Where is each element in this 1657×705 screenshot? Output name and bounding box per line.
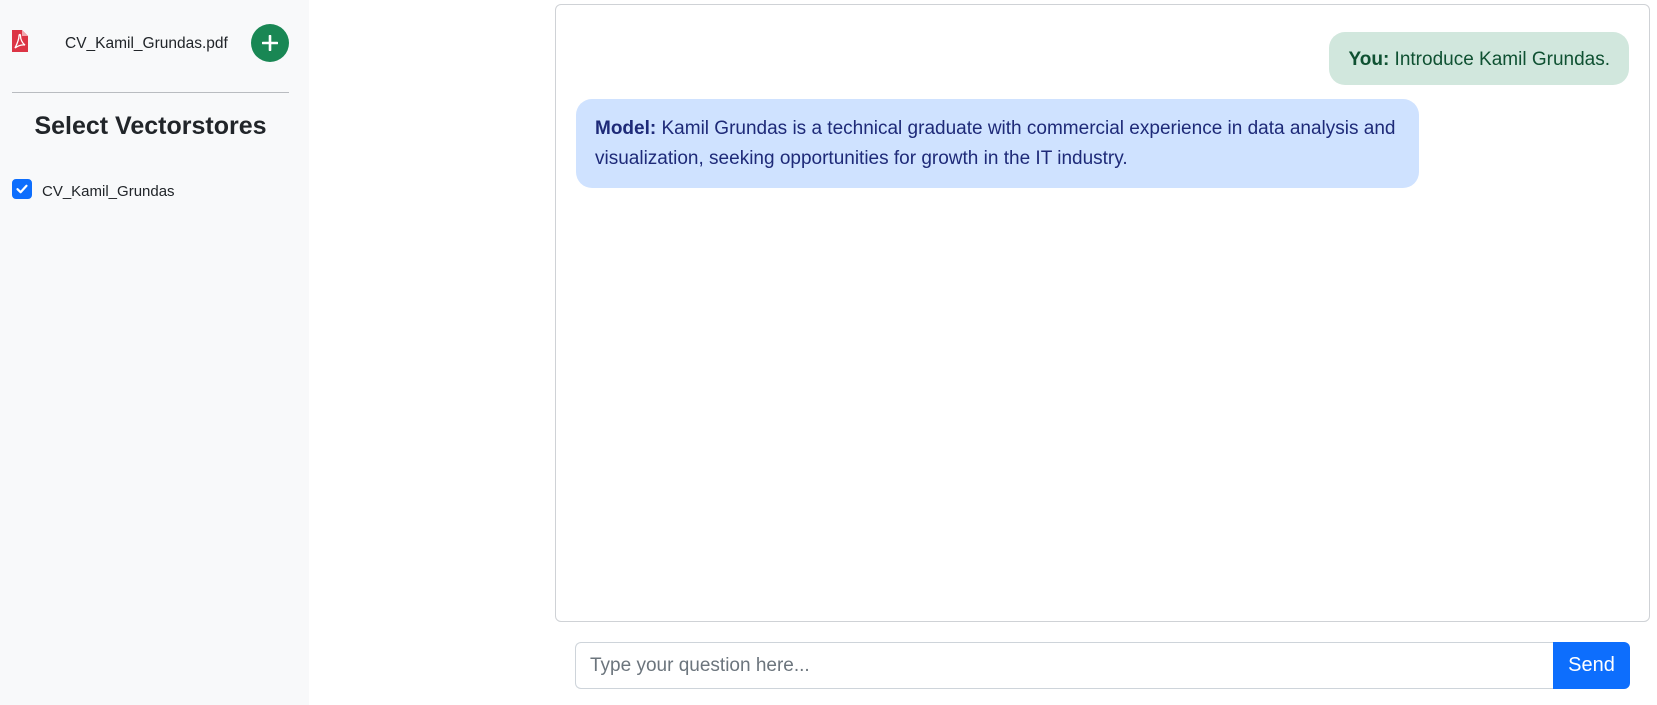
file-name: CV_Kamil_Grundas.pdf [65,35,228,52]
vectorstore-checkbox[interactable] [12,179,32,199]
question-input-group: Send [575,642,1630,689]
file-pdf-icon [11,30,28,52]
vectorstore-label: CV_Kamil_Grundas [42,182,175,200]
user-message-text: Introduce Kamil Grundas. [1389,49,1610,70]
checkmark-icon [16,184,28,194]
add-file-button[interactable] [251,24,289,62]
sidebar-divider [12,92,289,93]
vectorstore-item[interactable]: CV_Kamil_Grundas [12,178,175,200]
send-button[interactable]: Send [1553,642,1630,689]
plus-icon [262,35,278,51]
model-message-text: Kamil Grundas is a technical graduate wi… [595,118,1396,169]
sidebar: CV_Kamil_Grundas.pdf Select Vectorstores… [0,0,309,705]
user-role-label: You: [1348,49,1390,70]
user-message: You: Introduce Kamil Grundas. [1329,32,1629,85]
vectorstores-title: Select Vectorstores [34,112,267,140]
model-role-label: Model: [595,118,657,139]
question-input[interactable] [575,642,1553,689]
uploaded-file-row: CV_Kamil_Grundas.pdf [0,22,309,64]
chat-window: You: Introduce Kamil Grundas. Model: Kam… [555,4,1650,622]
model-message: Model: Kamil Grundas is a technical grad… [576,99,1419,188]
